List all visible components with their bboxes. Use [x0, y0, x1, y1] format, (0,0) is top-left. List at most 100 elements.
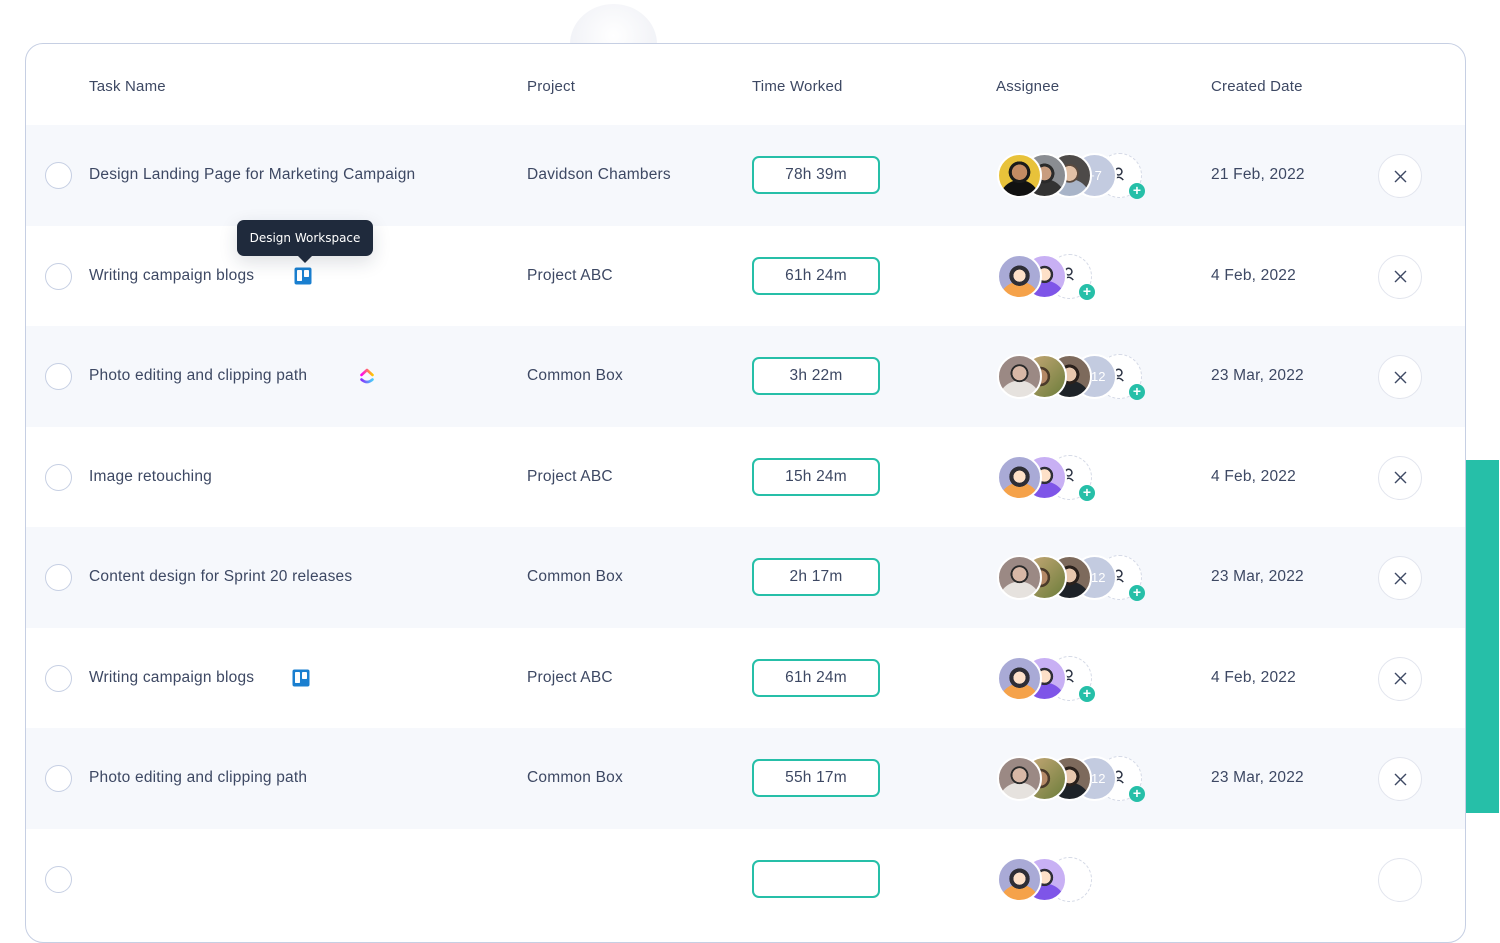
created-date: 23 Mar, 2022	[1211, 769, 1304, 786]
trello-icon[interactable]	[292, 669, 310, 687]
created-date: 23 Mar, 2022	[1211, 367, 1304, 384]
time-worked-value: 15h 24m	[785, 467, 847, 485]
close-icon	[1394, 773, 1407, 786]
avatar[interactable]	[997, 253, 1042, 299]
time-worked-value: 78h 39m	[785, 166, 847, 183]
task-name[interactable]: Photo editing and clipping path	[89, 367, 307, 385]
project-name: Davidson Chambers	[527, 166, 671, 183]
remove-task-button[interactable]	[1378, 757, 1422, 801]
remove-task-button[interactable]	[1378, 254, 1422, 299]
avatar[interactable]	[997, 856, 1042, 902]
task-complete-checkbox[interactable]	[45, 865, 72, 893]
time-worked-badge[interactable]: 78h 39m	[752, 156, 880, 194]
plus-icon: +	[1129, 585, 1145, 601]
avatar[interactable]	[997, 756, 1042, 801]
close-icon	[1394, 371, 1407, 384]
remove-task-button[interactable]	[1378, 154, 1422, 198]
tasks-table: Task Name Project Time Worked Assignee C…	[25, 43, 1466, 943]
table-row[interactable]: Content design for Sprint 20 releases Com…	[26, 527, 1465, 628]
remove-task-button[interactable]	[1378, 455, 1422, 500]
time-worked-badge[interactable]: 61h 24m	[752, 658, 880, 697]
task-name[interactable]: Design Landing Page for Marketing Campai…	[89, 166, 415, 184]
remove-task-button[interactable]	[1378, 355, 1422, 399]
project-name: Common Box	[527, 367, 623, 384]
task-name[interactable]: Photo editing and clipping path	[89, 769, 307, 787]
assignee-group: +	[997, 454, 1095, 501]
task-complete-checkbox[interactable]	[45, 765, 72, 792]
avatar[interactable]	[997, 454, 1042, 500]
plus-icon: +	[1079, 283, 1095, 300]
time-worked-badge[interactable]: 3h 22m	[752, 357, 880, 395]
close-icon	[1394, 572, 1407, 585]
tooltip: Design Workspace	[237, 220, 373, 263]
avatar[interactable]	[997, 555, 1042, 600]
assignee-group: +12 +	[997, 756, 1145, 802]
table-row[interactable]: Photo editing and clipping path Common Bo…	[26, 728, 1465, 829]
task-complete-checkbox[interactable]	[45, 564, 72, 591]
close-icon	[1394, 270, 1407, 283]
created-date: 21 Feb, 2022	[1211, 166, 1305, 183]
created-date: 23 Mar, 2022	[1211, 568, 1304, 585]
remove-task-button[interactable]	[1378, 857, 1422, 902]
clickup-icon[interactable]	[358, 367, 376, 385]
assignee-group: +	[997, 655, 1095, 702]
project-name: Project ABC	[527, 266, 613, 284]
avatar[interactable]	[997, 153, 1042, 198]
task-name[interactable]: Writing campaign blogs	[89, 267, 254, 285]
tooltip-text: Design Workspace	[249, 231, 361, 245]
column-header-time-worked[interactable]: Time Worked	[752, 78, 843, 95]
column-header-created-date[interactable]: Created Date	[1211, 78, 1303, 95]
time-worked-value: 3h 22m	[789, 367, 843, 384]
close-icon	[1394, 471, 1407, 484]
task-complete-checkbox[interactable]	[45, 664, 72, 692]
close-icon	[1394, 170, 1407, 183]
trello-icon[interactable]	[294, 267, 312, 285]
remove-task-button[interactable]	[1378, 656, 1422, 701]
assignee-group: +7 +	[997, 153, 1145, 199]
time-worked-badge[interactable]	[752, 859, 880, 898]
assignee-group: +12 +	[997, 354, 1145, 400]
task-complete-checkbox[interactable]	[45, 162, 72, 189]
assignee-group: +12 +	[997, 555, 1145, 601]
project-name: Common Box	[527, 568, 623, 585]
plus-icon: +	[1079, 685, 1095, 702]
task-complete-checkbox[interactable]	[45, 463, 72, 491]
time-worked-value: 61h 24m	[785, 266, 847, 284]
project-name: Project ABC	[527, 668, 613, 686]
task-name[interactable]: Content design for Sprint 20 releases	[89, 568, 352, 586]
side-panel-handle[interactable]	[1466, 460, 1499, 813]
plus-icon: +	[1129, 183, 1145, 199]
column-header-project[interactable]: Project	[527, 78, 575, 95]
time-worked-value: 61h 24m	[785, 668, 847, 686]
avatar[interactable]	[997, 354, 1042, 399]
time-worked-badge[interactable]: 15h 24m	[752, 457, 880, 496]
time-worked-badge[interactable]: 2h 17m	[752, 558, 880, 596]
plus-icon: +	[1129, 786, 1145, 802]
close-icon	[1394, 672, 1407, 685]
column-header-assignee[interactable]: Assignee	[996, 78, 1059, 95]
time-worked-badge[interactable]: 61h 24m	[752, 256, 880, 295]
task-complete-checkbox[interactable]	[45, 363, 72, 390]
created-date: 4 Feb, 2022	[1211, 467, 1296, 485]
plus-icon: +	[1129, 384, 1145, 400]
time-worked-badge[interactable]: 55h 17m	[752, 759, 880, 797]
avatar[interactable]	[997, 655, 1042, 701]
project-name: Project ABC	[527, 467, 613, 485]
created-date: 4 Feb, 2022	[1211, 668, 1296, 686]
table-header: Task Name Project Time Worked Assignee C…	[26, 44, 1465, 125]
task-name[interactable]: Writing campaign blogs	[89, 669, 254, 687]
task-complete-checkbox[interactable]	[45, 262, 72, 290]
table-row[interactable]: Design Landing Page for Marketing Campai…	[26, 125, 1465, 226]
remove-task-button[interactable]	[1378, 556, 1422, 600]
plus-icon: +	[1079, 484, 1095, 501]
column-header-task-name[interactable]: Task Name	[89, 78, 166, 95]
table-row[interactable]: Writing campaign blogs Project ABC 61h 24m…	[26, 628, 1465, 729]
table-row[interactable]	[26, 829, 1465, 930]
project-name: Common Box	[527, 769, 623, 786]
time-worked-value: 55h 17m	[785, 769, 847, 786]
created-date: 4 Feb, 2022	[1211, 266, 1296, 284]
table-row[interactable]: Photo editing and clipping path Common Bo…	[26, 326, 1465, 427]
table-row[interactable]: Image retouching Project ABC 15h 24m +4 Feb…	[26, 427, 1465, 528]
task-name[interactable]: Image retouching	[89, 468, 212, 486]
assignee-group: +	[997, 253, 1095, 300]
